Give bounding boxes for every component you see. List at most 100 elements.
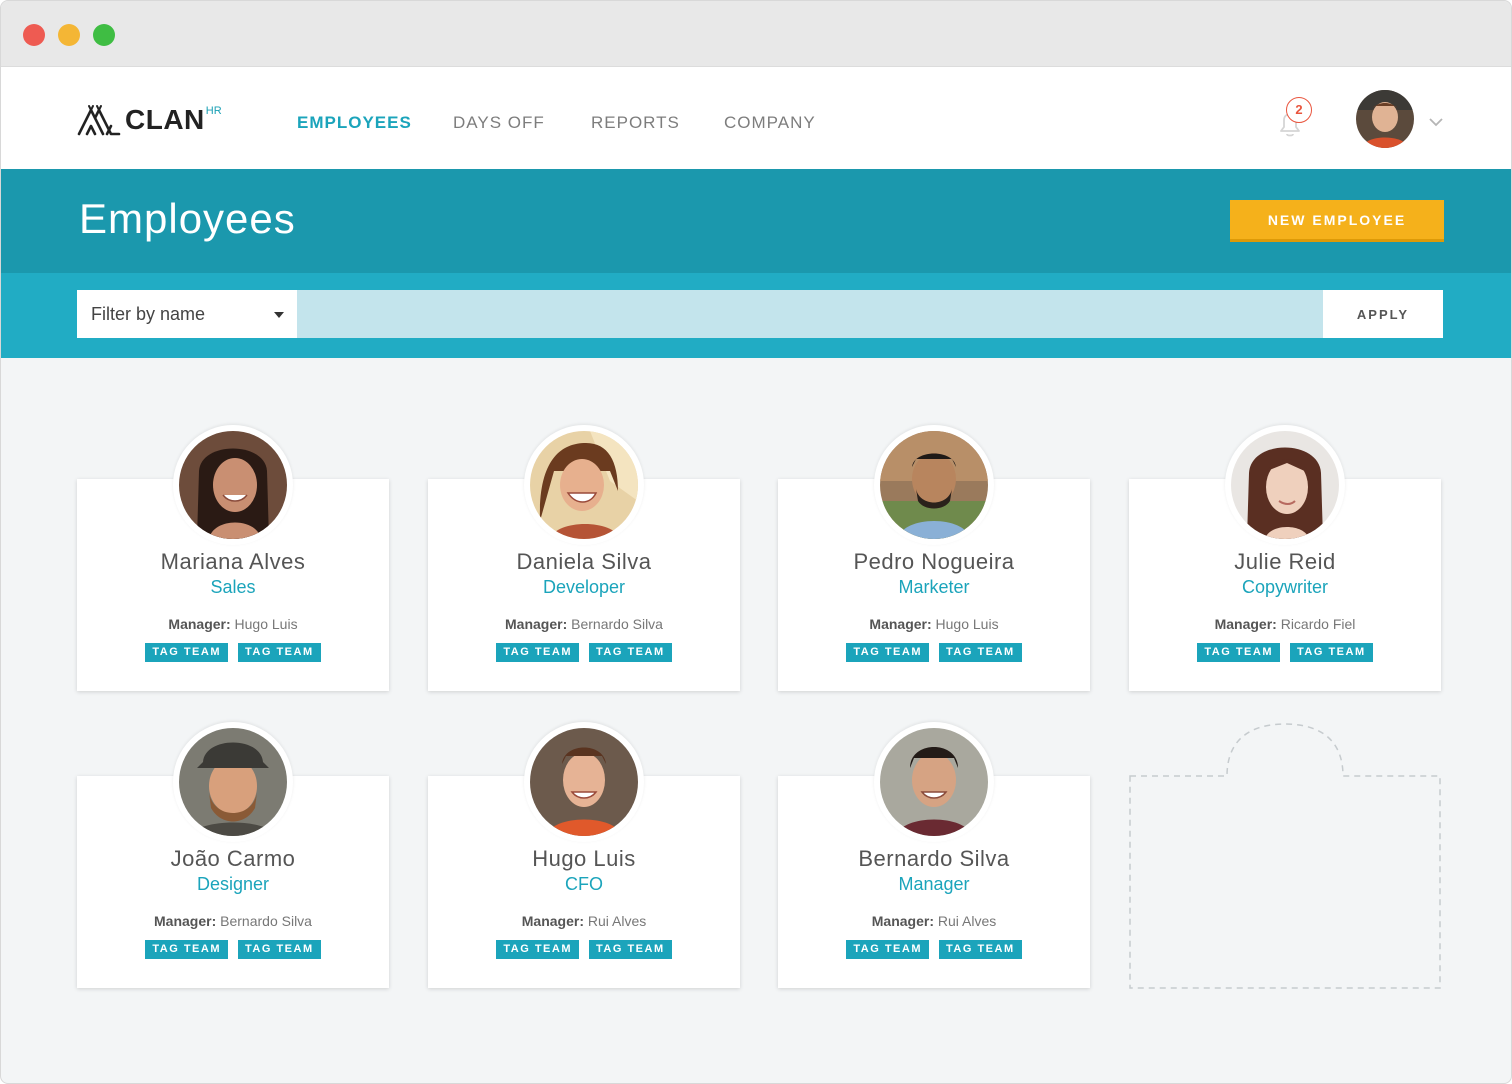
employee-manager: Manager: Rui Alves bbox=[778, 913, 1090, 929]
employee-card[interactable]: Daniela Silva Developer Manager: Bernard… bbox=[428, 425, 740, 691]
employee-role: CFO bbox=[565, 874, 603, 894]
manager-name: Rui Alves bbox=[937, 913, 997, 929]
team-tag[interactable]: TAG TEAM bbox=[145, 940, 228, 959]
new-employee-button[interactable]: NEW EMPLOYEE bbox=[1230, 200, 1444, 242]
team-tag[interactable]: TAG TEAM bbox=[846, 940, 929, 959]
notification-badge[interactable]: 2 bbox=[1286, 97, 1312, 123]
tag-list: TAG TEAM TAG TEAM bbox=[778, 643, 1090, 662]
employee-role: Developer bbox=[542, 577, 626, 597]
tag-list: TAG TEAM TAG TEAM bbox=[77, 940, 389, 959]
manager-label: Manager: bbox=[871, 913, 934, 929]
user-avatar[interactable] bbox=[1356, 90, 1414, 148]
employee-role: Designer bbox=[196, 874, 270, 894]
employee-manager: Manager: Ricardo Fiel bbox=[1129, 616, 1441, 632]
logo-superscript: HR bbox=[205, 105, 222, 117]
manager-label: Manager: bbox=[869, 616, 932, 632]
team-tag[interactable]: TAG TEAM bbox=[846, 643, 929, 662]
manager-name: Bernardo Silva bbox=[571, 616, 663, 632]
employee-card[interactable]: Bernardo Silva Manager Manager: Rui Alve… bbox=[778, 722, 1090, 988]
top-navigation: CLAN HR EMPLOYEES DAYS OFF REPORTS COMPA… bbox=[1, 67, 1511, 169]
team-tag[interactable]: TAG TEAM bbox=[145, 643, 228, 662]
close-window-button[interactable] bbox=[23, 24, 45, 46]
employee-photo bbox=[880, 431, 988, 539]
employee-name[interactable]: João Carmo bbox=[77, 846, 389, 872]
employee-name[interactable]: Daniela Silva bbox=[428, 549, 740, 575]
app-logo[interactable]: CLAN HR bbox=[77, 104, 222, 136]
chevron-down-icon[interactable] bbox=[1428, 117, 1444, 127]
logo-text: CLAN bbox=[125, 104, 205, 135]
employee-photo bbox=[1231, 431, 1339, 539]
photo-frame bbox=[524, 425, 644, 545]
employee-name[interactable]: Pedro Nogueira bbox=[778, 549, 1090, 575]
minimize-window-button[interactable] bbox=[58, 24, 80, 46]
manager-name: Bernardo Silva bbox=[220, 913, 312, 929]
tent-logo-icon bbox=[77, 105, 121, 136]
photo-frame bbox=[1225, 425, 1345, 545]
employee-photo bbox=[179, 728, 287, 836]
employee-role: Manager bbox=[898, 874, 970, 894]
team-tag[interactable]: TAG TEAM bbox=[496, 940, 579, 959]
employee-card[interactable]: Hugo Luis CFO Manager: Rui Alves TAG TEA… bbox=[428, 722, 740, 988]
employee-card[interactable]: Mariana Alves Sales Manager: Hugo Luis T… bbox=[77, 425, 389, 691]
nav-days-off[interactable]: DAYS OFF bbox=[453, 113, 545, 133]
tag-list: TAG TEAM TAG TEAM bbox=[428, 643, 740, 662]
manager-name: Hugo Luis bbox=[234, 616, 298, 632]
team-tag[interactable]: TAG TEAM bbox=[496, 643, 579, 662]
nav-company[interactable]: COMPANY bbox=[724, 113, 816, 133]
maximize-window-button[interactable] bbox=[93, 24, 115, 46]
team-tag[interactable]: TAG TEAM bbox=[939, 643, 1022, 662]
employee-role: Copywriter bbox=[1241, 577, 1329, 597]
manager-name: Hugo Luis bbox=[935, 616, 999, 632]
team-tag[interactable]: TAG TEAM bbox=[238, 940, 321, 959]
manager-name: Rui Alves bbox=[587, 913, 647, 929]
employee-manager: Manager: Bernardo Silva bbox=[77, 913, 389, 929]
team-tag[interactable]: TAG TEAM bbox=[1290, 643, 1373, 662]
employee-card[interactable]: Julie Reid Copywriter Manager: Ricardo F… bbox=[1129, 425, 1441, 691]
employee-manager: Manager: Rui Alves bbox=[428, 913, 740, 929]
photo-frame bbox=[874, 722, 994, 842]
filter-select-value: Filter by name bbox=[91, 303, 206, 324]
empty-card-placeholder[interactable] bbox=[1129, 723, 1441, 989]
team-tag[interactable]: TAG TEAM bbox=[1197, 643, 1280, 662]
photo-frame bbox=[524, 722, 644, 842]
employee-name[interactable]: Bernardo Silva bbox=[778, 846, 1090, 872]
employee-photo bbox=[530, 431, 638, 539]
photo-frame bbox=[173, 722, 293, 842]
manager-name: Ricardo Fiel bbox=[1280, 616, 1356, 632]
tag-list: TAG TEAM TAG TEAM bbox=[428, 940, 740, 959]
employee-photo bbox=[530, 728, 638, 836]
employee-card[interactable]: João Carmo Designer Manager: Bernardo Si… bbox=[77, 722, 389, 988]
employee-card[interactable]: Pedro Nogueira Marketer Manager: Hugo Lu… bbox=[778, 425, 1090, 691]
apply-button[interactable]: APPLY bbox=[1323, 290, 1443, 338]
tag-list: TAG TEAM TAG TEAM bbox=[778, 940, 1090, 959]
browser-window: CLAN HR EMPLOYEES DAYS OFF REPORTS COMPA… bbox=[0, 0, 1512, 1084]
employee-role: Sales bbox=[210, 577, 256, 597]
employee-manager: Manager: Bernardo Silva bbox=[428, 616, 740, 632]
employee-name[interactable]: Mariana Alves bbox=[77, 549, 389, 575]
nav-employees[interactable]: EMPLOYEES bbox=[297, 113, 412, 133]
employee-photo bbox=[880, 728, 988, 836]
filter-input[interactable] bbox=[297, 290, 1323, 338]
manager-label: Manager: bbox=[1214, 616, 1277, 632]
caret-down-icon bbox=[274, 312, 284, 318]
employee-manager: Manager: Hugo Luis bbox=[77, 616, 389, 632]
employee-name[interactable]: Hugo Luis bbox=[428, 846, 740, 872]
tag-list: TAG TEAM TAG TEAM bbox=[77, 643, 389, 662]
team-tag[interactable]: TAG TEAM bbox=[939, 940, 1022, 959]
filter-type-select[interactable]: Filter by name bbox=[77, 290, 297, 338]
team-tag[interactable]: TAG TEAM bbox=[589, 940, 672, 959]
team-tag[interactable]: TAG TEAM bbox=[238, 643, 321, 662]
employee-manager: Manager: Hugo Luis bbox=[778, 616, 1090, 632]
team-tag[interactable]: TAG TEAM bbox=[589, 643, 672, 662]
manager-label: Manager: bbox=[154, 913, 217, 929]
employee-photo bbox=[179, 431, 287, 539]
page-header: Employees NEW EMPLOYEE bbox=[1, 169, 1511, 273]
employee-name[interactable]: Julie Reid bbox=[1129, 549, 1441, 575]
manager-label: Manager: bbox=[168, 616, 231, 632]
manager-label: Manager: bbox=[521, 913, 584, 929]
page-title: Employees bbox=[79, 195, 296, 242]
tag-list: TAG TEAM TAG TEAM bbox=[1129, 643, 1441, 662]
employee-role: Marketer bbox=[898, 577, 970, 597]
manager-label: Manager: bbox=[505, 616, 568, 632]
nav-reports[interactable]: REPORTS bbox=[591, 113, 680, 133]
